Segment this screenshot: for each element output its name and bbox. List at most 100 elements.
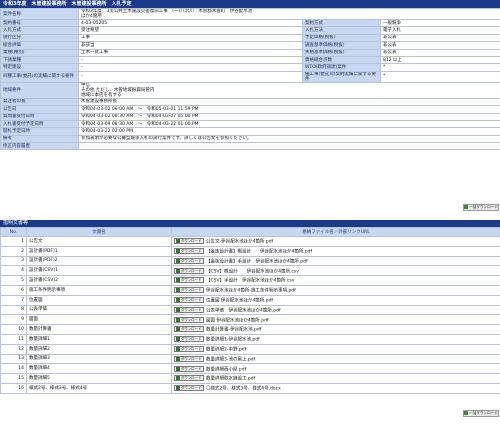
download-button[interactable]: ダウンロード [174,267,204,274]
download-icon [176,307,180,312]
doc-name: 様式2号、様式3号、様式4号 [26,382,172,394]
table-row: 3 設計書(PDF)2 ダウンロード 【金抜設計書】手設計 伊谷配水池ほか4箇所.pd… [0,255,500,267]
download-label: ダウンロード [181,366,202,371]
doc-file-cell: ダウンロード 公表単価 伊谷配水池ほか4箇所.pdf [171,304,500,316]
doc-no: 6 [0,284,27,296]
doc-name: 施工条件明示事項 [26,284,172,296]
download-label: ダウンロード [181,248,202,253]
download-button[interactable]: ダウンロード [174,336,204,343]
info-label: 予定価格(税抜) [302,33,381,43]
download-button[interactable]: ダウンロード [174,238,204,245]
file-link[interactable]: 【CSV】手設計 伊谷配水池ほか4箇所.csv [206,279,294,284]
download-button[interactable]: ダウンロード [174,326,204,333]
info-row: 総合評価 非該当 調査基準価格(税抜) 非公表 [0,41,500,50]
info-row: 備考 参加表明が必要な公募型競争入札の試行案件です。詳しくは公告文を参照ください。 [0,134,500,144]
info-label: 契約番号 [0,18,79,28]
download-label: ダウンロード [181,307,202,312]
bulk-download-button-bottom[interactable]: 一括ダウンロード [463,410,499,417]
download-label: ダウンロード [181,317,202,322]
info-value: 木曽建設事務所長 [77,97,500,107]
info-value: 非公表 [379,33,500,43]
file-link[interactable]: 【金抜設計書】手設計 伊谷配水池ほか4箇所.pdf [206,259,308,264]
col-file: 格納ファイル名／外部リンクURL [171,227,500,237]
doc-file-cell: ダウンロード 数量詳細2-中野.pdf [171,343,500,355]
download-button[interactable]: ダウンロード [174,345,204,352]
info-label: 施行区分 [0,33,79,43]
info-row: 地域要件 中信 その他 ただし、木曽地域振興局管内 地域に本店を有する [0,81,500,99]
download-button[interactable]: ダウンロード [174,287,204,294]
download-icon [176,346,180,351]
download-label: ダウンロード [181,278,202,283]
doc-no: 4 [0,265,27,277]
download-icon [176,288,180,293]
doc-name: 公告文 [26,236,172,247]
doc-file-cell: ダウンロード 数量詳細取水施設工.pdf [171,373,500,384]
doc-no: 16 [0,382,27,394]
download-button[interactable]: ダウンロード [174,375,204,382]
info-row: 修正内容履歴 [0,142,500,151]
doc-name: 設計書(PDF)2 [26,255,172,267]
file-link[interactable]: 図面 伊谷配水池ほか4箇所.pdf [206,318,269,323]
table-row: 13 数量詳細3 ダウンロード 数量詳細3-池の尾上.pdf [0,353,500,365]
download-label: ダウンロード [181,346,202,351]
info-label: 総合評価 [0,41,79,50]
table-row: 14 数量詳細4 ダウンロード 数量詳細西小屋.pdf [0,363,500,375]
info-row: 公告日 令和04-03-02 08:00 AM 〜 令和05-03-01 11:5… [0,105,500,114]
download-icon [176,376,180,381]
download-icon [176,268,180,273]
info-value: 非公表 [379,48,500,57]
file-link[interactable]: 数量詳細2-中野.pdf [206,347,246,352]
info-value: * [379,70,500,83]
info-label: 入札方法 [302,26,381,35]
download-button[interactable]: ダウンロード [174,296,204,303]
info-label: 調査基準価格(税抜) [302,41,381,50]
file-link[interactable]: 数量計算書-伊谷配水池.pdf [206,328,261,333]
download-icon [176,317,180,322]
file-link[interactable]: 【CSV】概設計 伊谷配水池ほか4箇所.csv [206,269,299,274]
download-button[interactable]: ダウンロード [174,385,204,392]
doc-file-cell: ダウンロード 数量詳細1-伊谷配水池.pdf [171,333,500,345]
info-value: 参加表明が必要な公募型競争入札の試行案件です。詳しくは公告文を参照ください。 [77,134,500,144]
download-button[interactable]: ダウンロード [174,306,204,313]
download-label: ダウンロード [181,356,202,361]
bulk-download-button[interactable]: 一括ダウンロード [463,204,499,211]
doc-file-cell: ダウンロード 数量詳細3-池の尾上.pdf [171,353,500,365]
info-row: 入札方式 受注希望 入札方法 電子入札 [0,26,500,35]
info-row: 案件名称 令和3年度 3災公共土木施設災害復旧工事 (一)八沢川 木曽郡木曽町 伊… [0,8,500,20]
file-link[interactable]: 数量詳細西小屋.pdf [206,367,246,372]
file-link[interactable]: 【金抜設計書】概設計 伊谷配水池ほか4箇所.pdf [206,249,312,254]
table-row: 5 設計書(CSV)2 ダウンロード 【CSV】手設計 伊谷配水池ほか4箇所.csv [0,275,500,286]
doc-no: 12 [0,343,27,355]
download-button[interactable]: ダウンロード [174,355,204,362]
download-icon [176,248,180,253]
info-value: 中信 その他 ただし、木曽地域振興局管内 地域に本店を有する [77,81,500,99]
download-icon [464,411,469,415]
doc-file-cell: ダウンロード 位置図 伊谷配水池ほか4箇所.pdf [171,294,500,306]
doc-name: 数量計算書 [26,324,172,335]
download-button[interactable]: ダウンロード [174,316,204,323]
doc-name: 数量詳細1 [26,333,172,345]
file-link[interactable]: 数量詳細取水施設工.pdf [206,377,255,382]
download-icon [176,386,180,391]
file-link[interactable]: 〇様式2号、様式3号、様式4号.docx [206,387,281,392]
doc-no: 15 [0,373,27,384]
file-link[interactable]: 公告文-伊谷配水池ほか4箇所.pdf [206,240,273,245]
doc-file-cell: ダウンロード 〇様式2号、様式3号、様式4号.docx [171,382,500,394]
file-link[interactable]: 伊谷配水池ほか4箇所-施工条件明示事項.pdf [206,289,296,294]
download-button[interactable]: ダウンロード [174,247,204,254]
download-button[interactable]: ダウンロード [174,365,204,372]
doc-no: 3 [0,255,27,267]
download-label: ダウンロード [181,327,202,332]
doc-name: 設計書(PDF)1 [26,245,172,257]
download-button[interactable]: ダウンロード [174,277,204,284]
doc-no: 1 [0,236,27,247]
download-label: ダウンロード [181,268,202,273]
doc-name: 数量詳細2 [26,343,172,355]
file-link[interactable]: 数量詳細1-伊谷配水池.pdf [206,338,260,343]
file-link[interactable]: 位置図 伊谷配水池ほか4箇所.pdf [206,298,273,303]
download-button[interactable]: ダウンロード [174,257,204,264]
file-link[interactable]: 数量詳細3-池の尾上.pdf [206,357,255,362]
file-link[interactable]: 公表単価 伊谷配水池ほか4箇所.pdf [206,308,281,313]
info-row: 同種工事(委託)の実績に関する要件 - 優工事(委託)の契約実績に関する要件 * [0,70,500,83]
doc-file-cell: ダウンロード 【CSV】概設計 伊谷配水池ほか4箇所.csv [171,265,500,277]
